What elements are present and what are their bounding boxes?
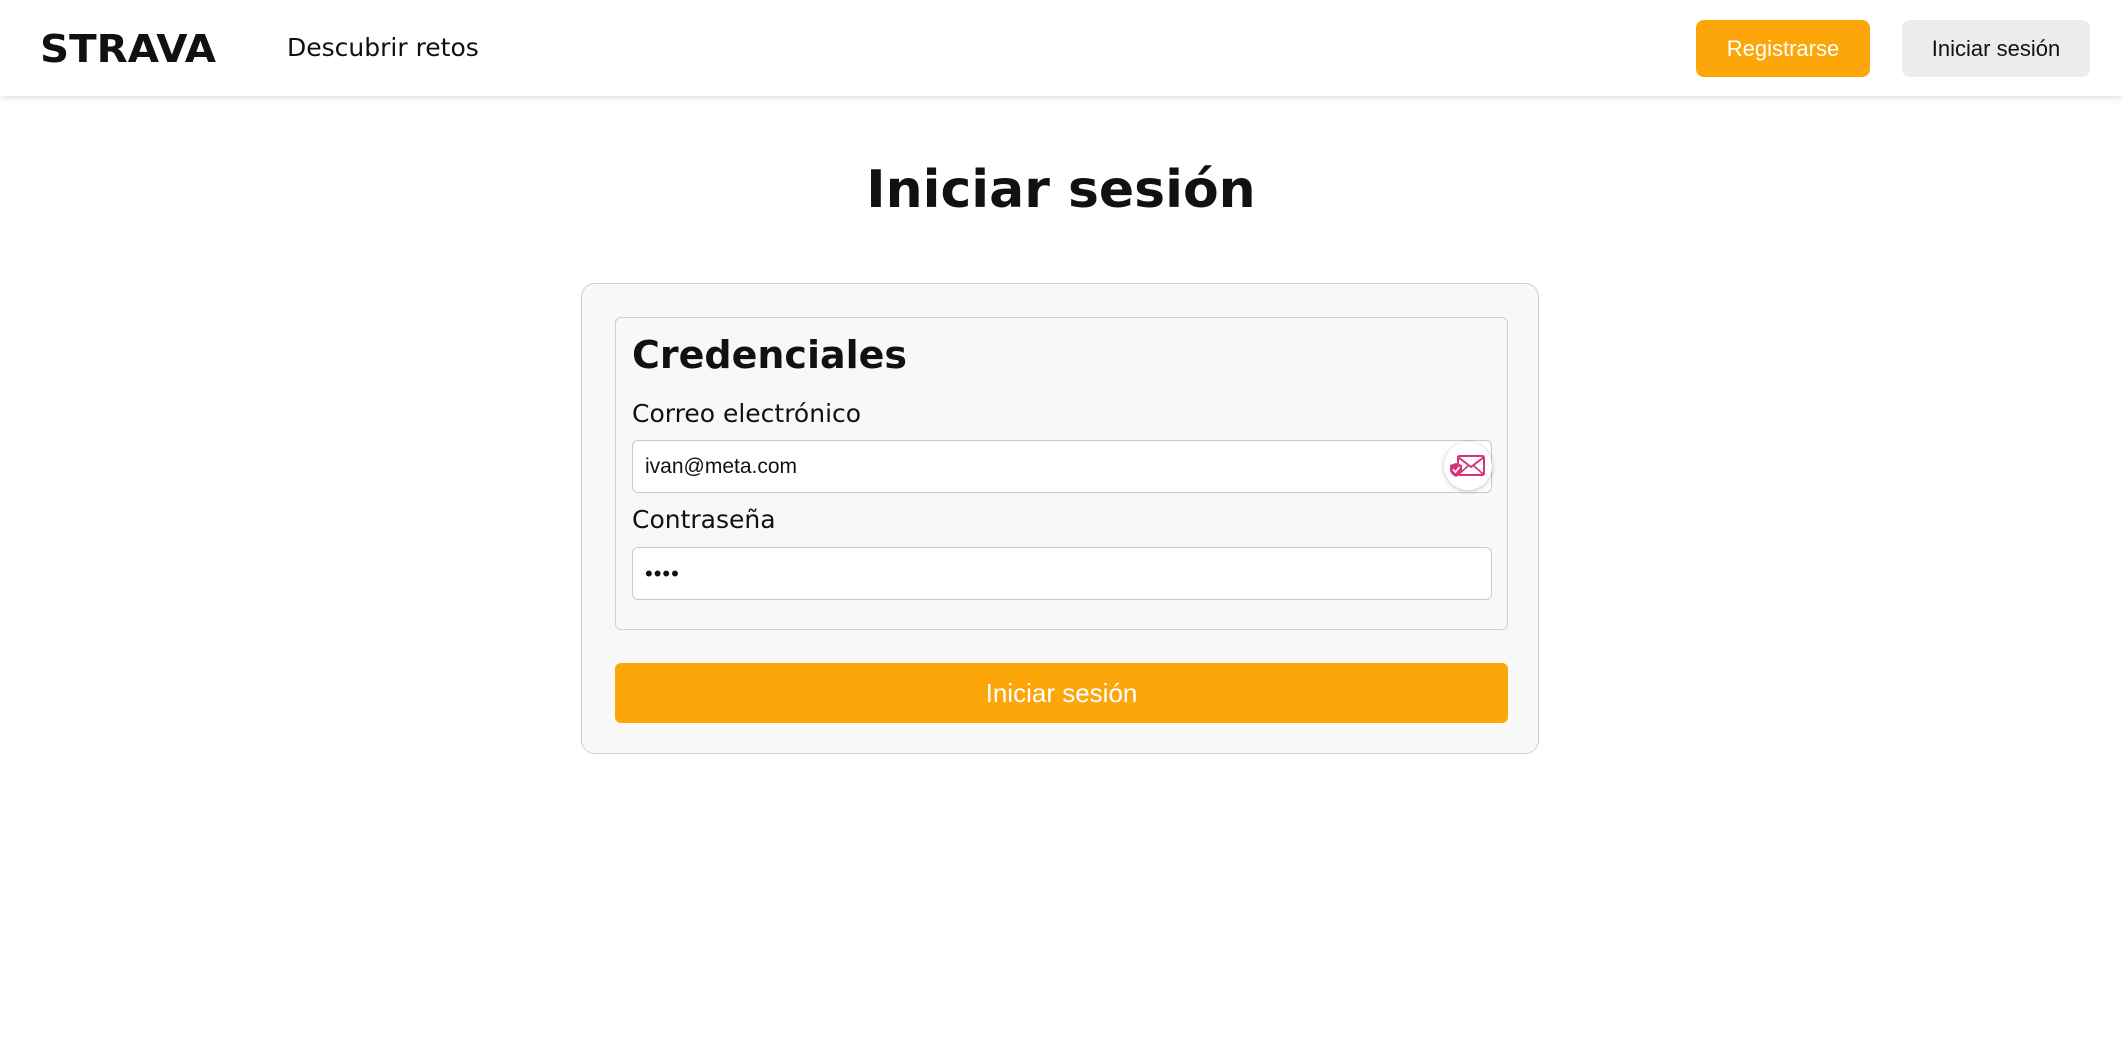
strava-logo-text: STRAVA — [40, 27, 217, 68]
register-button[interactable]: Registrarse — [1696, 20, 1870, 77]
top-header: STRAVA Descubrir retos Registrarse Inici… — [0, 0, 2122, 96]
login-form: Credenciales Correo electrónico Contrase… — [581, 283, 1539, 754]
email-autofill-button[interactable] — [1444, 442, 1492, 490]
nav-discover-challenges[interactable]: Descubrir retos — [287, 28, 479, 68]
strava-logo[interactable]: STRAVA — [40, 26, 218, 68]
password-field[interactable] — [632, 547, 1492, 600]
credentials-legend: Credenciales — [632, 333, 908, 377]
email-label: Correo electrónico — [632, 399, 862, 428]
email-field[interactable] — [632, 440, 1492, 493]
password-label: Contraseña — [632, 505, 776, 534]
page-title: Iniciar sesión — [866, 160, 1256, 220]
secure-mail-icon — [1450, 455, 1485, 477]
login-submit-button[interactable]: Iniciar sesión — [615, 663, 1508, 723]
header-login-button[interactable]: Iniciar sesión — [1902, 20, 2090, 77]
credentials-fieldset: Credenciales Correo electrónico Contrase… — [615, 317, 1508, 630]
